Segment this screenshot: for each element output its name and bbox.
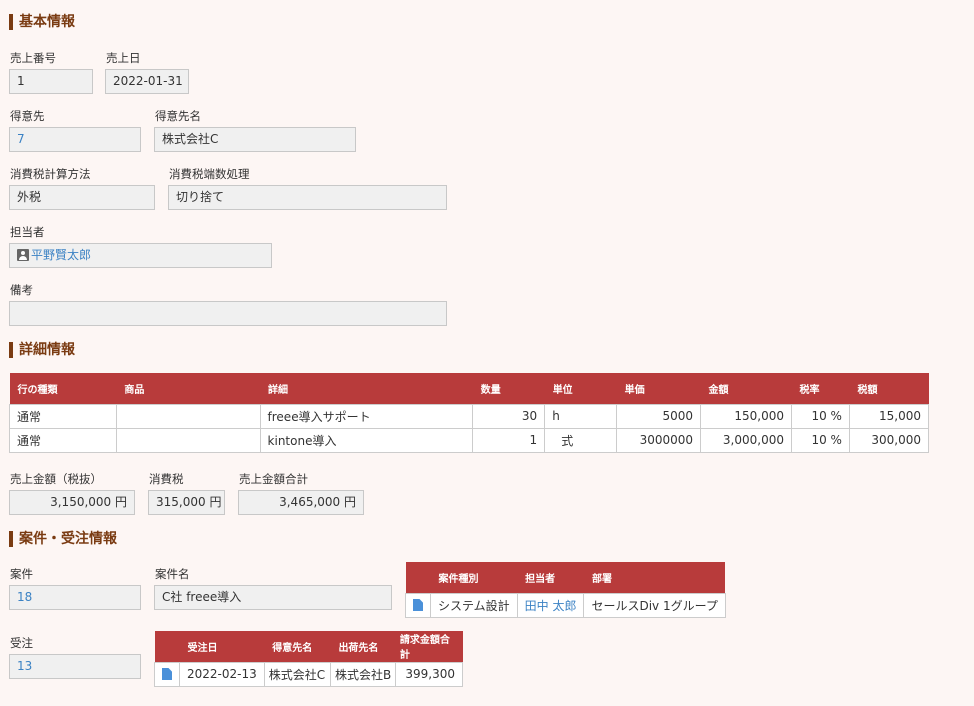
order-id-field[interactable]: 13	[9, 654, 141, 679]
col-blank	[154, 631, 180, 662]
detail-table: 行の種類 商品 詳細 数量 単位 単価 金額 税率 税額 通常 freee導入サ…	[9, 373, 930, 453]
cell-tax-rate: 10 %	[791, 427, 850, 453]
section-title-detail: 詳細情報	[9, 342, 75, 358]
col-unit: 単位	[544, 373, 617, 404]
user-icon	[17, 249, 29, 261]
project-table-header: 案件種別 担当者 部署	[405, 562, 726, 593]
col-detail: 詳細	[260, 373, 473, 404]
col-amount: 金額	[700, 373, 792, 404]
cell-product	[115, 427, 261, 453]
cell-quantity: 1	[472, 427, 546, 453]
total-field[interactable]: 3,465,000 円	[238, 490, 364, 515]
sales-no-field[interactable]: 1	[9, 69, 93, 94]
order-table-header: 受注日 得意先名 出荷先名 請求金額合計	[154, 631, 463, 662]
cell-quantity: 30	[472, 403, 546, 429]
tax-label: 消費税	[149, 472, 184, 486]
cell-unit: h	[544, 403, 618, 429]
subtotal-label: 売上金額（税抜）	[10, 472, 102, 486]
cell-row-type: 通常	[9, 427, 117, 453]
order-table: 受注日 得意先名 出荷先名 請求金額合計 2022-02-13 株式会社C 株式…	[154, 631, 463, 687]
customer-field[interactable]: 7	[9, 127, 141, 152]
col-order-date: 受注日	[179, 631, 265, 662]
table-row: 2022-02-13 株式会社C 株式会社B 399,300	[154, 661, 463, 687]
table-row: 通常 freee導入サポート 30 h 5000 150,000 10 % 15…	[9, 403, 930, 429]
sales-date-field[interactable]: 2022-01-31	[105, 69, 189, 94]
cell-detail: freee導入サポート	[259, 403, 474, 429]
cell-amount: 3,000,000	[700, 427, 792, 453]
col-project-type: 案件種別	[430, 562, 518, 593]
customer-name-field[interactable]: 株式会社C	[154, 127, 356, 152]
tax-method-label: 消費税計算方法	[10, 167, 91, 181]
tax-method-field[interactable]: 外税	[9, 185, 155, 210]
cell-project-staff[interactable]: 田中 太郎	[516, 592, 585, 618]
order-id-label: 受注	[10, 636, 33, 650]
table-row: 通常 kintone導入 1 式 3000000 3,000,000 10 % …	[9, 427, 930, 453]
total-label: 売上金額合計	[239, 472, 308, 486]
staff-label: 担当者	[10, 225, 45, 239]
project-id-label: 案件	[10, 567, 33, 581]
staff-name-link[interactable]: 平野賢太郎	[31, 248, 91, 262]
col-product: 商品	[116, 373, 261, 404]
tax-rounding-label: 消費税端数処理	[169, 167, 250, 181]
project-name-label: 案件名	[155, 567, 190, 581]
project-table: 案件種別 担当者 部署 システム設計 田中 太郎 セールスDiv 1グループ	[405, 562, 726, 618]
col-order-customer: 得意先名	[264, 631, 331, 662]
cell-detail: kintone導入	[259, 427, 474, 453]
remarks-field[interactable]	[9, 301, 447, 326]
customer-label: 得意先	[10, 109, 45, 123]
section-title-project: 案件・受注情報	[9, 531, 117, 547]
col-unit-price: 単価	[616, 373, 701, 404]
col-row-type: 行の種類	[9, 373, 117, 404]
cell-order-customer: 株式会社C	[263, 661, 331, 687]
col-project-dept: 部署	[583, 562, 726, 593]
section-title-basic: 基本情報	[9, 14, 75, 30]
document-icon[interactable]	[413, 599, 423, 611]
col-tax-amount: 税額	[849, 373, 929, 404]
cell-project-dept: セールスDiv 1グループ	[583, 592, 726, 618]
tax-rounding-field[interactable]: 切り捨て	[168, 185, 447, 210]
remarks-label: 備考	[10, 283, 33, 297]
col-order-total: 請求金額合計	[395, 631, 463, 662]
project-name-field[interactable]: C社 freee導入	[154, 585, 392, 610]
sales-date-label: 売上日	[106, 51, 141, 65]
cell-row-type: 通常	[9, 403, 117, 429]
col-tax-rate: 税率	[791, 373, 850, 404]
record-link-cell[interactable]	[405, 592, 431, 618]
staff-field[interactable]: 平野賢太郎	[9, 243, 272, 268]
cell-tax-amount: 300,000	[848, 427, 930, 453]
cell-order-date: 2022-02-13	[179, 661, 265, 687]
document-icon[interactable]	[162, 668, 172, 680]
cell-order-total: 399,300	[395, 661, 463, 687]
record-link-cell[interactable]	[154, 661, 180, 687]
sales-no-label: 売上番号	[10, 51, 56, 65]
tax-field[interactable]: 315,000 円	[148, 490, 225, 515]
subtotal-field[interactable]: 3,150,000 円	[9, 490, 135, 515]
cell-unit-price: 5000	[616, 403, 702, 429]
cell-tax-amount: 15,000	[848, 403, 930, 429]
cell-tax-rate: 10 %	[791, 403, 850, 429]
table-row: システム設計 田中 太郎 セールスDiv 1グループ	[405, 592, 726, 618]
customer-name-label: 得意先名	[155, 109, 201, 123]
col-order-shipto: 出荷先名	[330, 631, 396, 662]
cell-product	[115, 403, 261, 429]
cell-order-shipto: 株式会社B	[329, 661, 397, 687]
cell-project-type: システム設計	[430, 592, 518, 618]
col-project-staff: 担当者	[517, 562, 584, 593]
project-id-field[interactable]: 18	[9, 585, 141, 610]
detail-table-header: 行の種類 商品 詳細 数量 単位 単価 金額 税率 税額	[9, 373, 929, 404]
cell-unit: 式	[544, 427, 618, 453]
col-blank	[405, 562, 431, 593]
cell-unit-price: 3000000	[616, 427, 702, 453]
cell-amount: 150,000	[700, 403, 792, 429]
col-quantity: 数量	[472, 373, 545, 404]
